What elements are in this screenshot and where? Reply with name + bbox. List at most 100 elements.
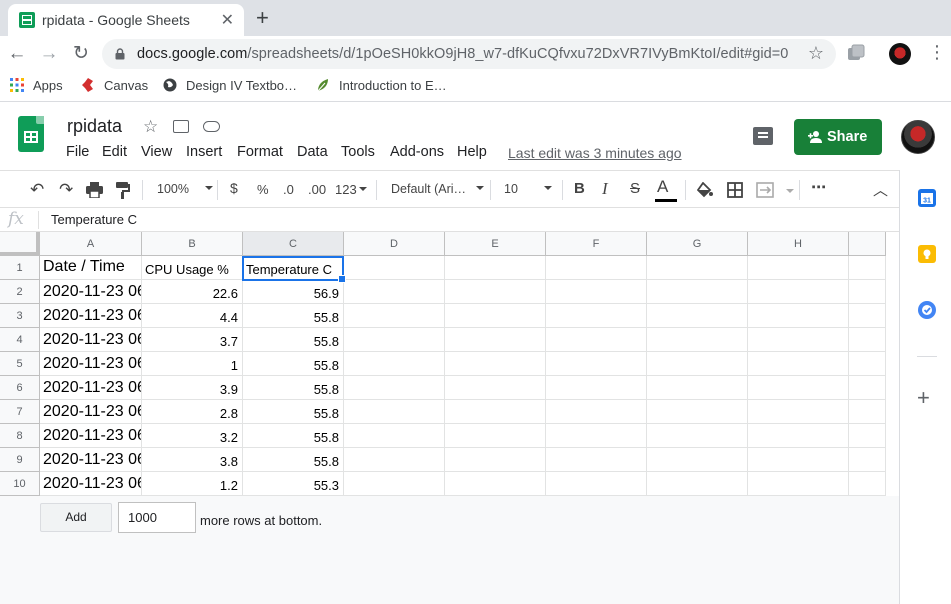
column-header-b[interactable]: B: [142, 232, 243, 256]
grid-cell[interactable]: 3.8: [142, 448, 243, 472]
grid-cell[interactable]: [344, 256, 445, 280]
grid-cell[interactable]: 3.7: [142, 328, 243, 352]
grid-cell[interactable]: [748, 352, 849, 376]
menu-insert[interactable]: Insert: [186, 144, 222, 160]
grid-cell[interactable]: [647, 256, 748, 280]
column-header-g[interactable]: G: [647, 232, 748, 256]
row-header[interactable]: 10: [0, 472, 40, 496]
grid-cell[interactable]: [546, 352, 647, 376]
avatar[interactable]: [901, 120, 935, 154]
percent-format-button[interactable]: %: [257, 182, 269, 197]
grid-cell[interactable]: [546, 280, 647, 304]
add-addon-icon[interactable]: +: [917, 385, 930, 411]
grid-cell[interactable]: [546, 376, 647, 400]
collapse-chevron-icon[interactable]: ︿: [873, 179, 888, 200]
decrease-decimal-button[interactable]: .0: [283, 182, 294, 197]
print-icon[interactable]: [86, 182, 103, 198]
grid-cell[interactable]: [344, 352, 445, 376]
row-header[interactable]: 2: [0, 280, 40, 304]
menu-addons[interactable]: Add-ons: [390, 144, 444, 160]
borders-icon[interactable]: [727, 182, 743, 198]
grid-cell[interactable]: 55.8: [243, 424, 344, 448]
grid-cell[interactable]: [647, 304, 748, 328]
column-header-h[interactable]: H: [748, 232, 849, 256]
extension-icon[interactable]: [847, 44, 865, 62]
grid-cell[interactable]: [344, 472, 445, 496]
zoom-select[interactable]: 100%: [157, 182, 213, 196]
grid-cell[interactable]: [445, 448, 546, 472]
grid-cell[interactable]: 55.8: [243, 400, 344, 424]
reload-icon[interactable]: ↻: [69, 42, 93, 66]
grid-cell[interactable]: [344, 424, 445, 448]
grid-cell[interactable]: [647, 400, 748, 424]
bookmark-apps[interactable]: Apps: [10, 78, 63, 93]
font-size-select[interactable]: 10: [504, 182, 552, 196]
sheets-logo-icon[interactable]: [18, 116, 44, 152]
column-header-d[interactable]: D: [344, 232, 445, 256]
grid-cell[interactable]: [849, 424, 886, 448]
grid-cell[interactable]: [546, 400, 647, 424]
strikethrough-button[interactable]: S: [630, 180, 640, 197]
row-header[interactable]: 4: [0, 328, 40, 352]
grid-cell[interactable]: [849, 328, 886, 352]
grid-cell[interactable]: 2020-11-23 06: [40, 400, 142, 424]
grid-cell[interactable]: [748, 328, 849, 352]
grid-cell[interactable]: [647, 424, 748, 448]
font-family-select[interactable]: Default (Ari…: [391, 182, 485, 196]
grid-cell[interactable]: [546, 424, 647, 448]
merge-cells-icon[interactable]: [756, 182, 774, 198]
browser-tab[interactable]: rpidata - Google Sheets ✕: [8, 4, 244, 36]
fill-color-icon[interactable]: [697, 182, 713, 198]
column-header-f[interactable]: F: [546, 232, 647, 256]
menu-file[interactable]: File: [66, 144, 89, 160]
document-title[interactable]: rpidata: [67, 116, 122, 137]
redo-icon[interactable]: ↷: [59, 180, 73, 200]
grid-cell[interactable]: [546, 472, 647, 496]
grid-cell[interactable]: 1: [142, 352, 243, 376]
grid-cell[interactable]: [849, 472, 886, 496]
grid-cell[interactable]: [445, 256, 546, 280]
grid-cell[interactable]: [546, 328, 647, 352]
grid-cell[interactable]: [748, 304, 849, 328]
menu-edit[interactable]: Edit: [102, 144, 127, 160]
menu-data[interactable]: Data: [297, 144, 328, 160]
grid-cell[interactable]: 2020-11-23 06: [40, 448, 142, 472]
grid-cell[interactable]: [546, 304, 647, 328]
grid-cell[interactable]: 2020-11-23 06: [40, 328, 142, 352]
grid-cell[interactable]: 2020-11-23 06: [40, 472, 142, 496]
grid-cell[interactable]: [647, 472, 748, 496]
bookmark-introduction[interactable]: Introduction to E…: [316, 78, 447, 93]
back-icon[interactable]: ←: [5, 42, 29, 66]
number-format-select[interactable]: 123: [335, 182, 367, 197]
row-header[interactable]: 1: [0, 256, 40, 280]
grid-cell[interactable]: [344, 376, 445, 400]
forward-icon[interactable]: →: [37, 42, 61, 66]
grid-cell[interactable]: [849, 280, 886, 304]
grid-cell[interactable]: [748, 280, 849, 304]
row-header[interactable]: 6: [0, 376, 40, 400]
grid-cell[interactable]: 2020-11-23 06: [40, 304, 142, 328]
grid-cell[interactable]: Date / Time: [40, 256, 142, 280]
menu-tools[interactable]: Tools: [341, 144, 375, 160]
grid-cell[interactable]: [344, 280, 445, 304]
grid-cell[interactable]: [849, 376, 886, 400]
last-edit-link[interactable]: Last edit was 3 minutes ago: [508, 145, 682, 161]
profile-avatar[interactable]: [889, 43, 911, 65]
undo-icon[interactable]: ↶: [30, 180, 44, 200]
row-header[interactable]: 3: [0, 304, 40, 328]
grid-cell[interactable]: [748, 376, 849, 400]
grid-cell[interactable]: [748, 448, 849, 472]
cloud-status-icon[interactable]: [203, 121, 220, 132]
grid-cell[interactable]: 2020-11-23 06: [40, 376, 142, 400]
tasks-icon[interactable]: [918, 301, 936, 319]
grid-cell[interactable]: 2020-11-23 06: [40, 424, 142, 448]
grid-cell[interactable]: 55.8: [243, 376, 344, 400]
grid-cell[interactable]: [546, 448, 647, 472]
grid-cell[interactable]: [849, 256, 886, 280]
select-all-corner[interactable]: [0, 232, 40, 256]
row-header[interactable]: 9: [0, 448, 40, 472]
grid-cell[interactable]: [546, 256, 647, 280]
address-bar[interactable]: docs.google.com/spreadsheets/d/1pOeSH0kk…: [102, 39, 836, 69]
paint-format-icon[interactable]: [116, 182, 130, 199]
grid-cell[interactable]: 2.8: [142, 400, 243, 424]
